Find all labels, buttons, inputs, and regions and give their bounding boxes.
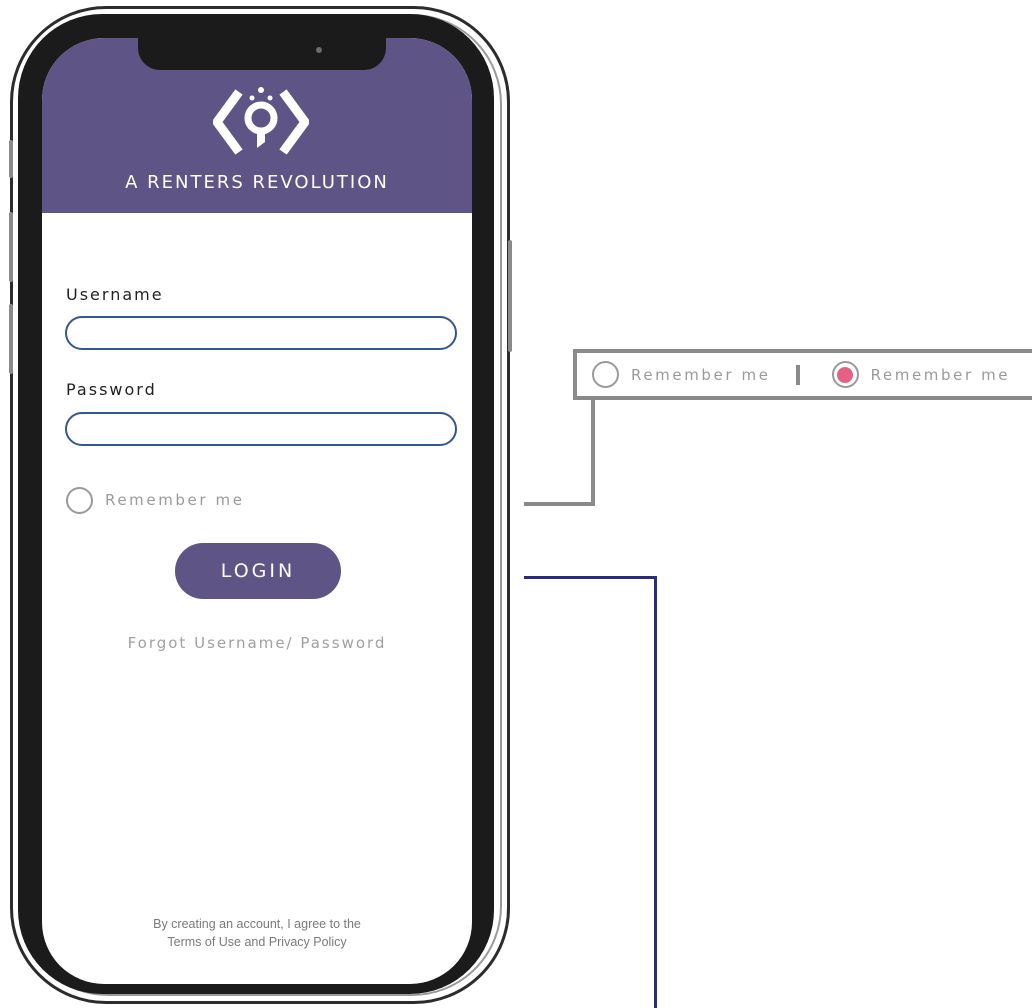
- renters-key-logo-icon: [213, 87, 309, 155]
- username-input[interactable]: [65, 316, 457, 350]
- front-camera: [316, 47, 322, 53]
- username-label: Username: [66, 285, 164, 304]
- remember-me-states-callout: Remember me Remember me: [573, 349, 1032, 400]
- phone-screen: A RENTERS REVOLUTION Username Password R…: [42, 38, 472, 984]
- remember-me-label: Remember me: [105, 491, 245, 509]
- phone-volume-down-button: [9, 304, 13, 374]
- login-connector-vertical: [654, 576, 657, 1008]
- remember-me-toggle[interactable]: Remember me: [66, 484, 245, 516]
- phone-notch: [138, 38, 386, 70]
- phone-volume-up-button: [9, 212, 13, 282]
- remember-selected-radio-icon: [831, 361, 859, 388]
- remember-callout-connector-vertical: [591, 398, 595, 506]
- terms-line-2[interactable]: Terms of Use and Privacy Policy: [42, 933, 472, 951]
- remember-unselected-label: Remember me: [631, 365, 771, 384]
- remember-callout-connector-horizontal: [524, 502, 595, 506]
- brand-title: A RENTERS REVOLUTION: [125, 172, 389, 193]
- terms-notice: By creating an account, I agree to the T…: [42, 915, 472, 951]
- remember-me-radio[interactable]: [66, 486, 93, 514]
- password-label: Password: [66, 380, 157, 399]
- remember-selected-label: Remember me: [870, 365, 1011, 384]
- login-connector-horizontal: [524, 576, 657, 579]
- phone-side-button: [9, 140, 13, 178]
- selected-dot: [837, 366, 854, 383]
- remember-unselected-radio-icon: [592, 361, 619, 388]
- password-input[interactable]: [65, 412, 457, 446]
- login-button[interactable]: LOGIN: [175, 543, 341, 599]
- terms-line-1: By creating an account, I agree to the: [153, 917, 361, 931]
- forgot-credentials-link[interactable]: Forgot Username/ Password: [42, 634, 472, 652]
- phone-power-button: [508, 240, 512, 352]
- app-header: A RENTERS REVOLUTION: [42, 38, 472, 213]
- state-divider: [795, 364, 800, 385]
